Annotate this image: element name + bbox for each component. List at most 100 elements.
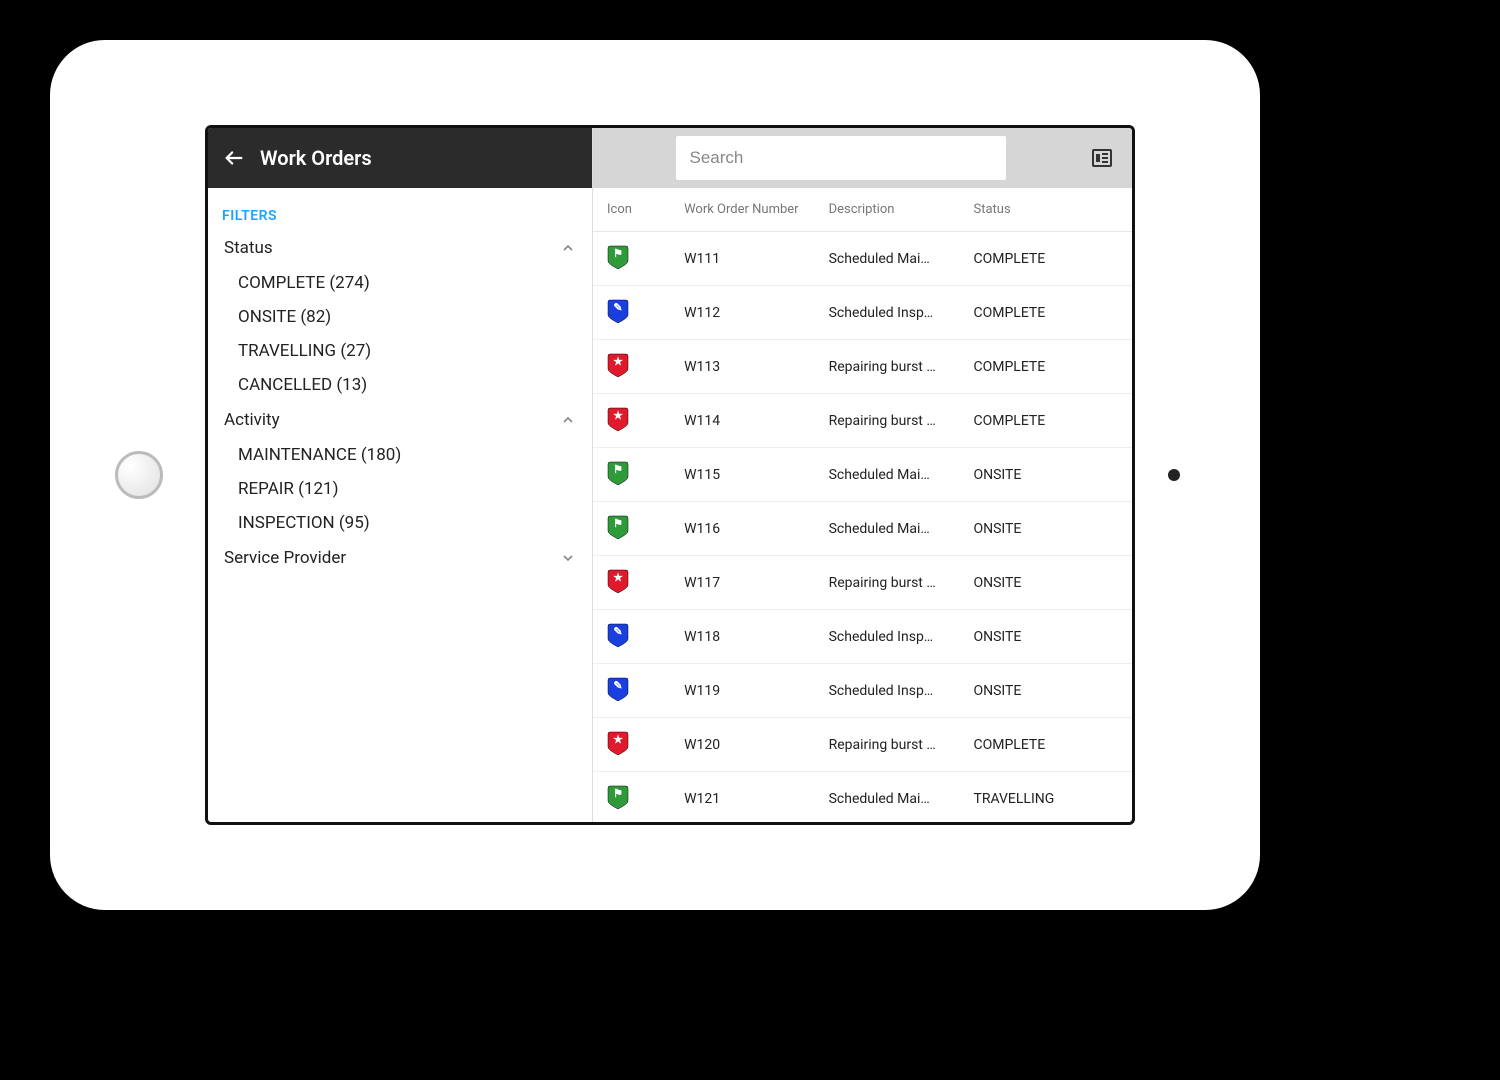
search-input[interactable] (676, 136, 1006, 180)
maintenance-icon: ⚑ (607, 244, 629, 270)
filter-item[interactable]: TRAVELLING (27) (208, 334, 592, 368)
row-icon-cell: ⚑ (607, 244, 684, 274)
row-wonum: W113 (684, 359, 829, 375)
filter-item[interactable]: INSPECTION (95) (208, 506, 592, 540)
filter-item[interactable]: REPAIR (121) (208, 472, 592, 506)
row-icon-cell: ⚑ (607, 784, 684, 814)
table-row[interactable]: ★W120Repairing burst …COMPLETEREPAIR (593, 718, 1132, 772)
row-status: COMPLETE (973, 359, 1118, 375)
col-header-wonum[interactable]: Work Order Number (684, 202, 829, 217)
view-toggle-icon[interactable] (1088, 144, 1116, 172)
main-header (593, 128, 1132, 188)
row-wonum: W120 (684, 737, 829, 753)
filter-group-label: Activity (224, 410, 280, 430)
row-icon-cell: ⚑ (607, 460, 684, 490)
table-row[interactable]: ★W114Repairing burst …COMPLETEREPAIR (593, 394, 1132, 448)
chevron-down-icon (560, 550, 576, 566)
list-header: Icon Work Order Number Description Statu… (593, 188, 1132, 232)
row-status: ONSITE (973, 629, 1118, 645)
chevron-up-icon (560, 240, 576, 256)
filter-group-label: Service Provider (224, 548, 346, 568)
filter-item[interactable]: ONSITE (82) (208, 300, 592, 334)
maintenance-icon: ⚑ (607, 514, 629, 540)
filter-group-service-provider[interactable]: Service Provider (208, 540, 592, 576)
filter-item[interactable]: MAINTENANCE (180) (208, 438, 592, 472)
sidebar-header: Work Orders (208, 128, 592, 188)
row-desc: Scheduled Mai… (829, 467, 974, 483)
repair-icon: ★ (607, 568, 629, 594)
row-status: ONSITE (973, 683, 1118, 699)
list-body[interactable]: ⚑W111Scheduled Mai…COMPLETEMAINTENANCE✎W… (593, 232, 1132, 822)
home-button[interactable] (115, 451, 163, 499)
camera-dot (1168, 469, 1180, 481)
row-status: COMPLETE (973, 737, 1118, 753)
back-arrow-icon[interactable] (222, 146, 246, 170)
inspection-icon: ✎ (607, 298, 629, 324)
table-row[interactable]: ★W117Repairing burst …ONSITEREPAIR (593, 556, 1132, 610)
row-icon-cell: ✎ (607, 676, 684, 706)
col-header-status[interactable]: Status (973, 202, 1118, 217)
row-status: ONSITE (973, 575, 1118, 591)
row-desc: Repairing burst … (829, 359, 974, 375)
row-wonum: W114 (684, 413, 829, 429)
row-desc: Scheduled Insp… (829, 629, 974, 645)
table-row[interactable]: ★W113Repairing burst …COMPLETEREPAIR (593, 340, 1132, 394)
row-icon-cell: ★ (607, 406, 684, 436)
row-icon-cell: ★ (607, 352, 684, 382)
row-desc: Repairing burst … (829, 737, 974, 753)
table-row[interactable]: ⚑W116Scheduled Mai…ONSITEMAINTENANCE (593, 502, 1132, 556)
col-header-icon[interactable]: Icon (607, 202, 684, 217)
filter-group-label: Status (224, 238, 273, 258)
table-row[interactable]: ✎W119Scheduled Insp…ONSITEINSPECTION (593, 664, 1132, 718)
sidebar: Work Orders FILTERS Status COMPLETE (274)… (208, 128, 593, 822)
inspection-icon: ✎ (607, 676, 629, 702)
table-row[interactable]: ✎W112Scheduled Insp…COMPLETEINSPECTION (593, 286, 1132, 340)
chevron-up-icon (560, 412, 576, 428)
row-status: TRAVELLING (973, 791, 1118, 807)
maintenance-icon: ⚑ (607, 460, 629, 486)
row-wonum: W117 (684, 575, 829, 591)
row-desc: Scheduled Insp… (829, 305, 974, 321)
main-panel: Icon Work Order Number Description Statu… (593, 128, 1132, 822)
filter-item[interactable]: CANCELLED (13) (208, 368, 592, 402)
row-status: COMPLETE (973, 251, 1118, 267)
col-header-desc[interactable]: Description (829, 202, 974, 217)
row-wonum: W115 (684, 467, 829, 483)
maintenance-icon: ⚑ (607, 784, 629, 810)
row-status: COMPLETE (973, 413, 1118, 429)
repair-icon: ★ (607, 730, 629, 756)
row-status: ONSITE (973, 521, 1118, 537)
filters-label: FILTERS (208, 198, 592, 230)
row-wonum: W116 (684, 521, 829, 537)
table-row[interactable]: ⚑W111Scheduled Mai…COMPLETEMAINTENANCE (593, 232, 1132, 286)
row-icon-cell: ⚑ (607, 514, 684, 544)
table-row[interactable]: ⚑W115Scheduled Mai…ONSITEMAINTENANCE (593, 448, 1132, 502)
page-title: Work Orders (260, 146, 372, 170)
row-wonum: W112 (684, 305, 829, 321)
app-screen: Work Orders FILTERS Status COMPLETE (274)… (205, 125, 1135, 825)
filter-item[interactable]: COMPLETE (274) (208, 266, 592, 300)
row-status: COMPLETE (973, 305, 1118, 321)
filter-group-status[interactable]: Status (208, 230, 592, 266)
table-row[interactable]: ⚑W121Scheduled Mai…TRAVELLINGMAINTENANCE (593, 772, 1132, 822)
row-desc: Repairing burst … (829, 413, 974, 429)
row-desc: Scheduled Mai… (829, 791, 974, 807)
row-desc: Scheduled Mai… (829, 521, 974, 537)
filter-group-activity[interactable]: Activity (208, 402, 592, 438)
search-wrap (609, 136, 1072, 180)
row-icon-cell: ★ (607, 730, 684, 760)
tablet-frame: Work Orders FILTERS Status COMPLETE (274)… (50, 40, 1260, 910)
row-status: ONSITE (973, 467, 1118, 483)
table-row[interactable]: ✎W118Scheduled Insp…ONSITEINSPECTION (593, 610, 1132, 664)
row-icon-cell: ★ (607, 568, 684, 598)
row-wonum: W121 (684, 791, 829, 807)
row-icon-cell: ✎ (607, 298, 684, 328)
row-wonum: W118 (684, 629, 829, 645)
row-wonum: W111 (684, 251, 829, 267)
repair-icon: ★ (607, 406, 629, 432)
row-desc: Scheduled Insp… (829, 683, 974, 699)
filters-panel: FILTERS Status COMPLETE (274)ONSITE (82)T… (208, 188, 592, 822)
row-icon-cell: ✎ (607, 622, 684, 652)
row-wonum: W119 (684, 683, 829, 699)
inspection-icon: ✎ (607, 622, 629, 648)
